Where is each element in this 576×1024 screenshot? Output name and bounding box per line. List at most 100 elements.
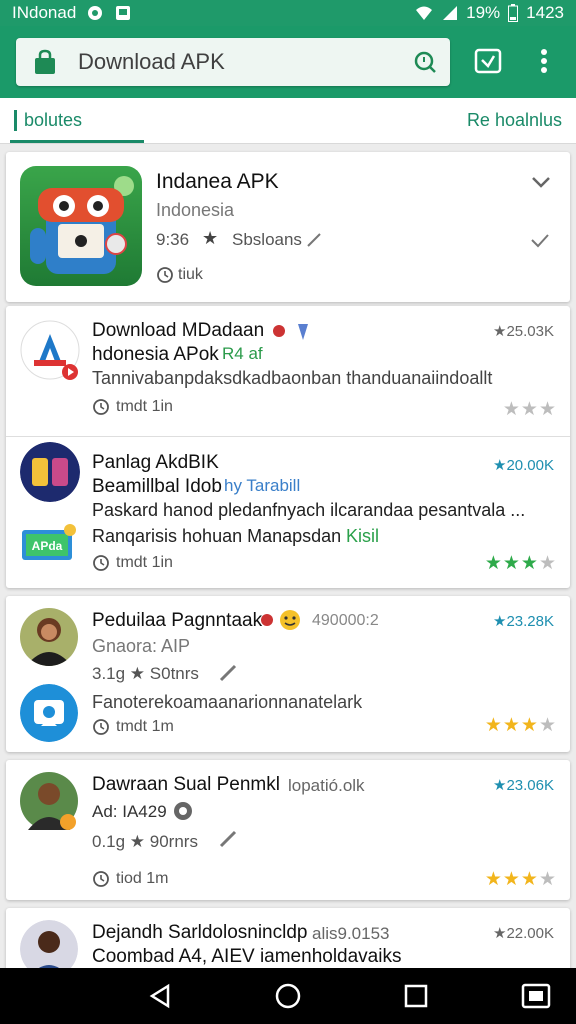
star-icon: ★ bbox=[538, 399, 556, 420]
app-logo-icon bbox=[20, 684, 78, 742]
list-item[interactable]: Peduilaa Pagnntaak 490000:2 ★23.28K Gnao… bbox=[6, 596, 570, 752]
item-title: Download MDadaan bbox=[92, 320, 265, 341]
check-icon bbox=[531, 234, 549, 248]
tab-left[interactable]: bolutes bbox=[14, 110, 82, 131]
more-vert-icon[interactable] bbox=[528, 44, 560, 78]
item-description-2: Ranqarisis hohuan Manapsdan bbox=[92, 526, 342, 546]
pencil-icon bbox=[219, 830, 237, 848]
download-count: ★20.00K bbox=[493, 457, 554, 474]
featured-title: Indanea APK bbox=[156, 170, 279, 193]
star-icon: ★ bbox=[502, 399, 520, 420]
star-icon: ★ bbox=[484, 869, 502, 890]
avatar bbox=[20, 772, 78, 830]
item-description: Paskard hanod pledanfnyach ilcarandaa pe… bbox=[92, 500, 526, 520]
tab-indicator bbox=[10, 140, 144, 143]
star-icon: ★ bbox=[502, 715, 520, 736]
app-logo-icon bbox=[20, 320, 80, 380]
svg-text:APda: APda bbox=[32, 539, 63, 553]
emoji-icon bbox=[261, 610, 300, 630]
star-icon: ★ bbox=[538, 715, 556, 736]
item-subtitle: Ad: IA429 bbox=[92, 802, 167, 821]
shopping-bag-icon bbox=[35, 49, 55, 74]
status-bar: INdonad 19% 1423 bbox=[0, 0, 576, 26]
item-subtitle-extra: R4 af bbox=[222, 344, 263, 363]
download-count: ★23.06K bbox=[493, 777, 554, 794]
nav-bar bbox=[0, 968, 576, 1024]
star-icon: ★ bbox=[538, 553, 556, 574]
search-icon[interactable] bbox=[412, 49, 438, 75]
item-title-extra: lopatió.olk bbox=[288, 776, 365, 795]
settings-icon bbox=[88, 6, 103, 20]
item-meta: tiod 1m bbox=[116, 870, 169, 887]
screenshot-icon[interactable] bbox=[520, 980, 552, 1012]
item-description: Tannivabanpdaksdkadbaonban thanduanaiind… bbox=[92, 368, 493, 388]
tab-bar: bolutes Re hoalnlus bbox=[0, 98, 576, 144]
home-icon[interactable] bbox=[272, 980, 304, 1012]
battery-percent: 19% bbox=[466, 3, 501, 22]
battery-icon bbox=[508, 4, 519, 22]
rating-stars: ★ ★ ★ bbox=[503, 400, 556, 419]
item-meta: tmdt 1m bbox=[116, 718, 174, 735]
badge-icon bbox=[174, 802, 192, 820]
item-rating: 0.1g ★ 90rnrs bbox=[92, 832, 198, 851]
item-subtitle-extra: hy Tarabill bbox=[224, 476, 301, 495]
download-count: ★23.28K bbox=[493, 613, 554, 630]
recents-icon[interactable] bbox=[400, 980, 432, 1012]
star-icon: ★ bbox=[484, 553, 502, 574]
clock-icon bbox=[93, 555, 109, 571]
pencil-icon bbox=[219, 664, 237, 682]
featured-subtitle: Indonesia bbox=[156, 200, 235, 220]
chevron-down-icon[interactable] bbox=[530, 174, 552, 190]
star-icon: ★ bbox=[520, 553, 538, 574]
robot-app-icon bbox=[20, 166, 142, 286]
item-subtitle: Coombad A4, AIEV iamenholdavaiks bbox=[92, 946, 402, 967]
item-description: Fanoterekoamaanarionnanatelark bbox=[92, 692, 363, 712]
list-item[interactable]: Dawraan Sual Penmkl lopatió.olk ★23.06K … bbox=[6, 760, 570, 900]
item-title-extra: alis9.0153 bbox=[312, 924, 390, 943]
rating-stars: ★ ★ ★ ★ bbox=[485, 870, 556, 889]
divider bbox=[6, 436, 570, 437]
star-icon: ★ bbox=[502, 869, 520, 890]
back-icon[interactable] bbox=[144, 980, 176, 1012]
star-icon: ★ bbox=[520, 715, 538, 736]
item-title: Peduilaa Pagnntaak bbox=[92, 610, 263, 631]
star-icon: ★ bbox=[538, 869, 556, 890]
rating-stars: ★ ★ ★ ★ bbox=[485, 716, 556, 735]
search-title: Download APK bbox=[78, 49, 225, 74]
clock-icon bbox=[157, 267, 173, 283]
pencil-icon bbox=[307, 233, 321, 247]
wifi-icon bbox=[416, 6, 433, 20]
app-logo-icon bbox=[20, 442, 80, 502]
clock-icon bbox=[93, 719, 109, 735]
item-title: Panlag AkdBIK bbox=[92, 452, 219, 473]
item-title-extra: 490000:2 bbox=[312, 612, 379, 629]
search-bar[interactable]: Download APK bbox=[16, 38, 450, 86]
app-list-card: Download MDadaan ★25.03K hdonesia APok R… bbox=[6, 306, 570, 588]
avatar bbox=[20, 608, 78, 666]
featured-rating-note: Sbsloans bbox=[232, 230, 302, 249]
star-icon: ★ bbox=[202, 228, 219, 248]
emoji-icon bbox=[273, 324, 308, 340]
app-badge-icon: APda bbox=[22, 524, 76, 560]
item-rating: 3.1g ★ S0tnrs bbox=[92, 664, 199, 683]
image-icon bbox=[116, 6, 131, 20]
app-bar: Download APK bbox=[0, 26, 576, 98]
star-icon: ★ bbox=[502, 553, 520, 574]
star-icon: ★ bbox=[520, 399, 538, 420]
clock-icon bbox=[93, 871, 109, 887]
rating-stars: ★ ★ ★ ★ bbox=[485, 554, 556, 573]
item-subtitle: hdonesia APok bbox=[92, 344, 219, 365]
featured-extra: tiuk bbox=[178, 266, 203, 283]
tab-right[interactable]: Re hoalnlus bbox=[467, 110, 562, 131]
download-count: ★22.00K bbox=[493, 925, 554, 942]
star-icon: ★ bbox=[520, 869, 538, 890]
item-title: Dawraan Sual Penmkl bbox=[92, 774, 280, 795]
item-title: Dejandh Sarldolosnincldp bbox=[92, 922, 308, 943]
item-subtitle: Beamillbal Idob bbox=[92, 476, 222, 497]
star-icon: ★ bbox=[484, 715, 502, 736]
download-count: ★25.03K bbox=[493, 323, 554, 340]
clock: 1423 bbox=[526, 3, 564, 22]
featured-card[interactable]: Indanea APK Indonesia 9:36 ★ Sbsloans ti… bbox=[6, 152, 570, 302]
clock-icon bbox=[93, 399, 109, 415]
checkbox-icon[interactable] bbox=[472, 44, 504, 78]
